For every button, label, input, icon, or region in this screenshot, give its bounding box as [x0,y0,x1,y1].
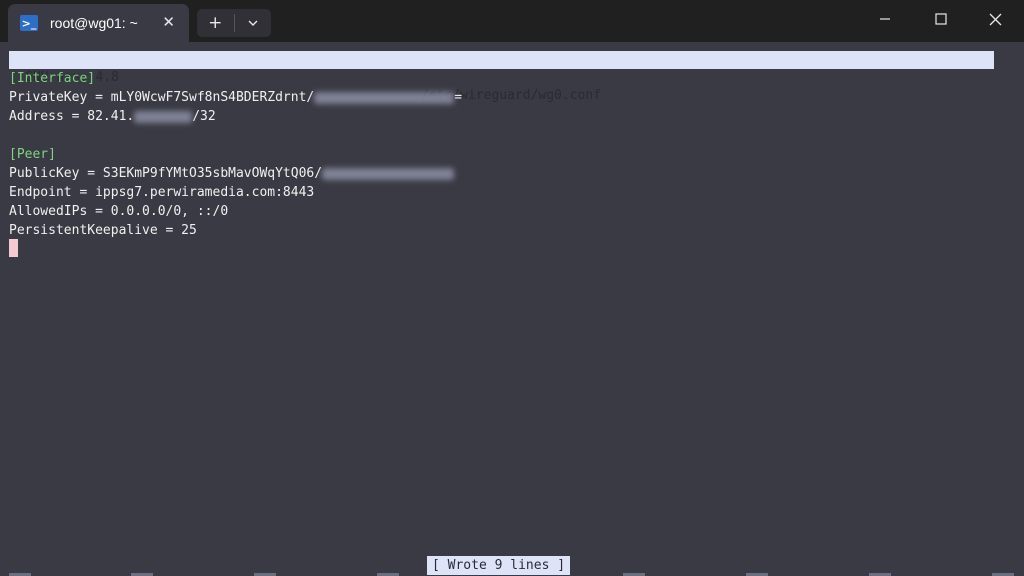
redacted-public-key [322,167,455,180]
minimize-icon [880,18,890,20]
address-line: Address = 82.41. /32 [9,107,216,126]
tab-title: root@wg01: ~ [50,15,138,31]
private-key-line: PrivateKey = mLY0WcwF7Swf8nS4BDERZdrnt/ = [9,88,462,107]
public-key-line: PublicKey = S3EKmP9fYMtO35sbMavOWqYtQ06/ [9,164,455,183]
redacted-address [134,110,193,123]
keepalive-line: PersistentKeepalive = 25 [9,223,197,238]
peer-header: [Peer] [9,147,56,162]
address-text: Address = 82.41. [9,109,135,124]
title-bar: >_ root@wg01: ~ ✕ + [0,0,1024,42]
interface-header: [Interface] [9,71,96,86]
address-suffix: /32 [192,109,216,124]
new-tab-button[interactable]: + [197,9,234,37]
close-tab-icon[interactable]: ✕ [162,13,175,31]
close-icon [989,13,1001,25]
minimize-button[interactable] [862,8,908,30]
private-key-text: PrivateKey = mLY0WcwF7Swf8nS4BDERZdrnt/ [9,90,315,105]
close-window-button[interactable] [972,8,1018,30]
private-key-suffix: = [454,90,463,105]
chevron-down-icon[interactable] [234,9,271,37]
nano-header-bar: GNU nano 4.8 /etc/wireguard/wg0.conf [9,51,994,103]
maximize-button[interactable] [918,8,964,30]
text-cursor [9,239,18,257]
endpoint-line: Endpoint = ippsg7.perwiramedia.com:8443 [9,185,315,200]
terminal-area[interactable]: GNU nano 4.8 /etc/wireguard/wg0.conf [In… [0,42,1024,576]
allowed-ips-line: AllowedIPs = 0.0.0.0/0, ::/0 [9,204,229,219]
tab-actions: + [197,9,271,37]
maximize-icon [935,13,947,25]
terminal-icon: >_ [20,15,38,31]
public-key-text: PublicKey = S3EKmP9fYMtO35sbMavOWqYtQ06/ [9,166,323,181]
terminal-tab[interactable]: >_ root@wg01: ~ ✕ [8,4,189,42]
redacted-private-key [314,91,455,104]
